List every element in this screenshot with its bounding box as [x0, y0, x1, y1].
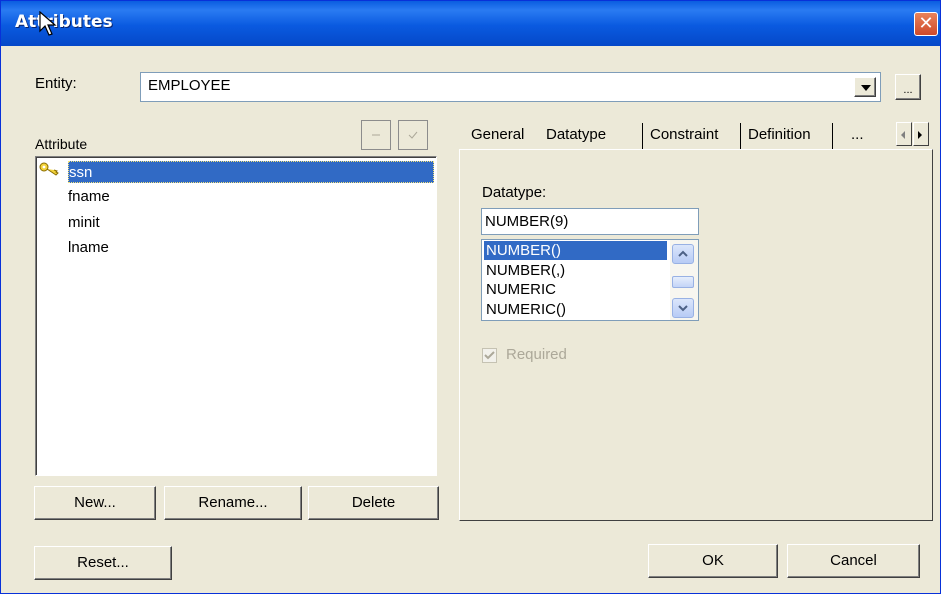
required-label: Required: [506, 346, 567, 363]
datatype-scrollbar[interactable]: [670, 240, 698, 320]
confirm-attribute-button[interactable]: [398, 120, 428, 150]
datatype-input[interactable]: NUMBER(9): [481, 208, 699, 235]
check-icon: [408, 131, 418, 139]
mouse-pointer-icon: [39, 11, 57, 36]
ok-button-label: OK: [702, 552, 724, 569]
attribute-item-fname[interactable]: fname: [68, 186, 110, 208]
tab-scroll-right-button[interactable]: [913, 122, 929, 146]
datatype-tab-panel: [459, 149, 933, 521]
tab-constraint[interactable]: Constraint: [650, 126, 718, 143]
rename-button-label: Rename...: [198, 494, 268, 511]
attribute-header: Attribute: [35, 136, 88, 152]
title-bar[interactable]: Attributes ✕: [1, 1, 940, 46]
entity-value: EMPLOYEE: [148, 77, 231, 94]
rename-attribute-button[interactable]: Rename...: [164, 486, 302, 520]
entity-more-button[interactable]: ...: [895, 74, 921, 100]
tab-scroll-left-button[interactable]: [896, 122, 912, 146]
delete-attribute-button[interactable]: Delete: [308, 486, 439, 520]
new-button-label: New...: [74, 494, 116, 511]
tab-divider: [740, 123, 741, 149]
attribute-item-label: fname: [68, 188, 110, 205]
datatype-option[interactable]: NUMERIC(): [484, 300, 566, 319]
chevron-down-icon: [678, 305, 688, 312]
key-icon: [39, 162, 59, 176]
reset-button-label: Reset...: [77, 554, 129, 571]
attribute-item-ssn[interactable]: ssn: [68, 161, 434, 183]
attribute-item-label: lname: [68, 239, 109, 256]
attribute-item-minit[interactable]: minit: [68, 212, 100, 234]
scroll-thumb[interactable]: [672, 276, 694, 288]
datatype-options-list[interactable]: NUMBER() NUMBER(,) NUMERIC NUMERIC(): [481, 239, 699, 321]
chevron-up-icon: [678, 250, 688, 257]
close-icon: ✕: [918, 13, 934, 33]
chevron-down-icon: [861, 85, 871, 91]
attributes-dialog: Attributes ✕ Entity: EMPLOYEE ... Attrib…: [0, 0, 941, 594]
reset-button[interactable]: Reset...: [34, 546, 172, 580]
tab-datatype[interactable]: Datatype: [546, 126, 606, 143]
minus-icon: [372, 134, 380, 136]
datatype-option[interactable]: NUMBER(,): [484, 261, 565, 280]
tab-divider: [642, 123, 643, 149]
new-attribute-button[interactable]: New...: [34, 486, 156, 520]
close-button[interactable]: ✕: [914, 12, 938, 36]
datatype-option[interactable]: NUMERIC: [484, 280, 556, 299]
cancel-button-label: Cancel: [830, 552, 877, 569]
cancel-button[interactable]: Cancel: [787, 544, 920, 578]
datatype-option[interactable]: NUMBER(): [484, 241, 667, 260]
tab-more[interactable]: ...: [851, 126, 864, 143]
attribute-list[interactable]: ssn fname minit lname: [35, 156, 437, 476]
check-icon: [484, 351, 495, 360]
required-checkbox[interactable]: [482, 348, 497, 363]
attribute-item-lname[interactable]: lname: [68, 237, 109, 259]
entity-label: Entity:: [35, 75, 77, 92]
tab-definition[interactable]: Definition: [748, 126, 811, 143]
window-title: Attributes: [15, 12, 113, 32]
ok-button[interactable]: OK: [648, 544, 778, 578]
entity-dropdown-button[interactable]: [854, 77, 876, 97]
chevron-left-icon: [901, 131, 905, 139]
scroll-down-button[interactable]: [672, 298, 694, 318]
chevron-right-icon: [918, 131, 922, 139]
tab-general[interactable]: General: [471, 126, 524, 143]
delete-button-label: Delete: [351, 494, 396, 511]
tab-divider: [832, 123, 833, 149]
move-up-button[interactable]: [361, 120, 391, 150]
attribute-item-label: minit: [68, 214, 100, 231]
entity-combobox[interactable]: EMPLOYEE: [140, 72, 881, 102]
datatype-input-value: NUMBER(9): [485, 213, 569, 230]
datatype-label: Datatype:: [482, 184, 547, 201]
scroll-up-button[interactable]: [672, 244, 694, 264]
ellipsis-label: ...: [903, 84, 913, 96]
attribute-item-label: ssn: [69, 164, 93, 181]
